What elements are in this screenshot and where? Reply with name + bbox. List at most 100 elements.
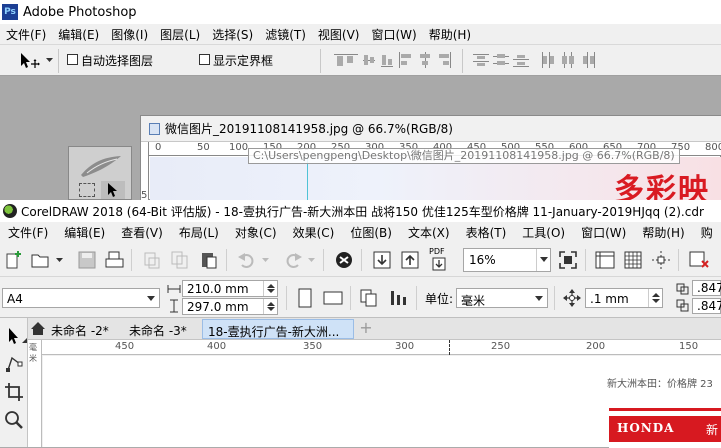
grid-icon[interactable] [622,249,644,271]
pick-tool-icon[interactable] [4,326,24,346]
cd-menu-edit[interactable]: 编辑(E) [56,224,113,241]
guidelines-icon[interactable] [650,249,672,271]
cd-menu-table[interactable]: 表格(T) [458,224,515,241]
chevron-down-icon[interactable] [56,258,63,263]
ps-menu-layer[interactable]: 图层(L) [154,26,206,43]
home-icon[interactable] [30,321,46,336]
duplicate-x-field[interactable]: .847 [692,280,721,296]
cd-doc-tab[interactable]: 未命名 -2* [46,319,114,339]
paste-icon[interactable] [198,249,220,271]
print-icon[interactable] [104,249,126,271]
honda-price-board[interactable]: HONDA 新 [609,408,721,448]
ps-menu-view[interactable]: 视图(V) [312,26,366,43]
flyout-arrow-icon[interactable] [22,338,27,343]
chevron-down-icon[interactable] [262,258,269,263]
shape-tool-icon[interactable] [4,354,24,374]
ps-menu-filter[interactable]: 滤镜(T) [259,26,312,43]
separator [416,286,417,310]
show-bounds-checkbox[interactable] [199,54,210,65]
zoom-dropdown-arrow[interactable] [536,249,550,271]
save-icon[interactable] [76,249,98,271]
cut-icon[interactable] [141,249,163,271]
cd-doc-tab[interactable]: 未命名 -3* [124,319,192,339]
honda-suffix-text: 新 [706,423,719,437]
undo-icon[interactable] [236,249,258,271]
full-screen-icon[interactable] [557,249,579,271]
zoom-level-dropdown[interactable]: 16% [463,248,551,272]
nudge-spinner[interactable] [648,289,662,307]
nudge-distance-field[interactable]: .1 mm [585,288,663,308]
show-bounds-label: 显示定界框 [213,54,274,68]
new-doc-icon[interactable] [3,249,25,271]
ps-options-bar: 自动选择图层 显示定界框 [0,44,721,76]
crop-tool-icon[interactable] [4,382,24,402]
align-top-icon[interactable] [333,52,359,68]
import-icon[interactable] [371,249,393,271]
ps-menu-select[interactable]: 选择(S) [206,26,259,43]
align-left-icon[interactable] [398,52,412,68]
copy-icon[interactable] [169,249,191,271]
distribute-left-icon[interactable] [540,52,556,68]
ps-menu-image[interactable]: 图像(I) [105,26,154,43]
cd-drawing-canvas[interactable]: 新大洲本田：价格牌 23 HONDA 新 [43,356,721,448]
page-size-dropdown[interactable]: A4 [2,288,160,308]
all-pages-icon[interactable] [358,287,380,309]
distribute-top-icon[interactable] [473,52,489,68]
chevron-down-icon[interactable] [308,258,315,263]
duplicate-y-field[interactable]: .847 [692,298,721,314]
chevron-down-icon[interactable] [46,58,53,63]
rulers-icon[interactable] [594,249,616,271]
align-right-icon[interactable] [438,52,452,68]
redo-icon[interactable] [282,249,304,271]
add-tab-button[interactable]: + [357,320,375,338]
ps-document-tab[interactable]: 微信图片_20191108141958.jpg @ 66.7%(RGB/8) [141,116,721,142]
separator [323,249,324,271]
ps-menu-file[interactable]: 文件(F) [0,26,52,43]
align-hcenter-icon[interactable] [418,52,432,68]
pdf-icon[interactable]: PDF [428,247,450,273]
cd-menu-layout[interactable]: 布局(L) [171,224,227,241]
cd-menu-tools[interactable]: 工具(O) [514,224,573,241]
cd-doc-tab-active[interactable]: 18-壹执行广告-新大洲... [202,319,354,339]
cd-menu-buy[interactable]: 购 [693,224,721,241]
units-dropdown[interactable]: 毫米 [456,288,548,308]
distribute-right-icon[interactable] [580,52,596,68]
cd-menu-help[interactable]: 帮助(H) [634,224,692,241]
cd-menu-object[interactable]: 对象(C) [227,224,285,241]
landscape-icon[interactable] [322,290,344,306]
align-bottom-icon[interactable] [381,52,393,68]
cd-menu-view[interactable]: 查看(V) [113,224,171,241]
export-icon[interactable] [399,249,421,271]
marquee-tool-icon[interactable] [79,183,95,197]
cd-menu-effects[interactable]: 效果(C) [285,224,343,241]
cd-horizontal-ruler[interactable]: 450 400 350 300 250 200 150 [42,340,721,355]
auto-select-checkbox[interactable] [67,54,78,65]
ps-menubar: 文件(F) 编辑(E) 图像(I) 图层(L) 选择(S) 滤镜(T) 视图(V… [0,24,721,44]
ps-vertical-ruler[interactable]: 5 [141,142,149,201]
cd-ruler-label: 450 [115,341,135,352]
page-width-field[interactable]: 210.0 mm [182,280,278,297]
ps-menu-edit[interactable]: 编辑(E) [52,26,105,43]
cd-menu-file[interactable]: 文件(F) [0,224,56,241]
page-width-spinner[interactable] [263,281,277,296]
move-tool-icon[interactable] [18,52,42,70]
page-height-spinner[interactable] [263,299,277,314]
cd-menu-bitmaps[interactable]: 位图(B) [342,224,400,241]
distribute-hcenter-icon[interactable] [560,52,576,68]
distribute-bottom-icon[interactable] [513,52,529,68]
ps-menu-help[interactable]: 帮助(H) [423,26,477,43]
corel-connect-icon[interactable] [333,249,355,271]
portrait-icon[interactable] [296,287,314,309]
cd-menu-text[interactable]: 文本(X) [400,224,458,241]
zoom-tool-icon[interactable] [4,410,24,430]
distribute-vcenter-icon[interactable] [493,52,509,68]
page-height-field[interactable]: 297.0 mm [182,298,278,315]
align-vcenter-icon[interactable] [363,52,375,68]
cd-menu-window[interactable]: 窗口(W) [573,224,634,241]
open-icon[interactable] [30,249,52,271]
move-tool-icon[interactable] [101,181,125,199]
ps-menu-window[interactable]: 窗口(W) [365,26,422,43]
cd-vertical-ruler[interactable]: 毫米 [28,340,42,447]
current-page-icon[interactable] [388,287,410,309]
snap-icon[interactable] [688,249,710,271]
